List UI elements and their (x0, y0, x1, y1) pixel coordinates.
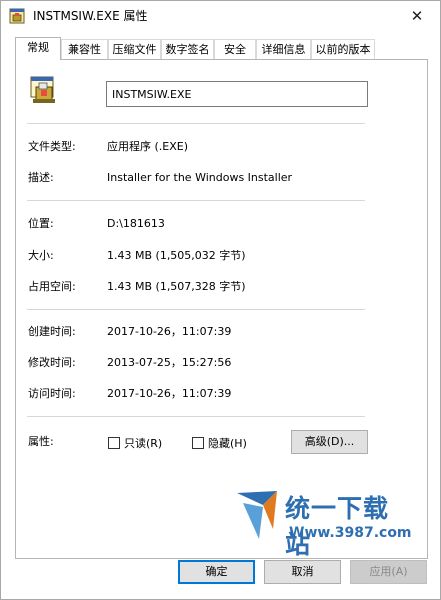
ok-button[interactable]: 确定 (178, 560, 255, 584)
tab-details[interactable]: 详细信息 (256, 39, 311, 59)
accessed-value: 2017-10-26，11:07:39 (107, 387, 232, 400)
close-button[interactable]: ✕ (394, 1, 440, 31)
readonly-checkbox[interactable]: 只读(R) (108, 436, 162, 450)
separator (27, 309, 365, 310)
tab-compatibility[interactable]: 兼容性 (61, 39, 108, 59)
description-label: 描述: (28, 171, 54, 184)
separator (27, 416, 365, 417)
hidden-label: 隐藏(H) (208, 437, 247, 450)
tab-compressed[interactable]: 压缩文件 (108, 39, 161, 59)
apply-button[interactable]: 应用(A) (350, 560, 427, 584)
checkbox-box[interactable] (108, 437, 120, 449)
cancel-button[interactable]: 取消 (264, 560, 341, 584)
advanced-button[interactable]: 高级(D)... (291, 430, 368, 454)
file-type-label: 文件类型: (28, 140, 76, 153)
attributes-label: 属性: (28, 435, 54, 448)
tab-previous-versions[interactable]: 以前的版本 (311, 39, 375, 59)
file-type-value: 应用程序 (.EXE) (107, 140, 189, 153)
window-title: INSTMSIW.EXE 属性 (33, 9, 148, 23)
close-icon: ✕ (410, 7, 424, 25)
title-bar: INSTMSIW.EXE 属性 ✕ (1, 1, 440, 31)
disk-size-value: 1.43 MB (1,507,328 字节) (107, 280, 246, 293)
location-value: D:\181613 (107, 217, 165, 230)
hidden-checkbox[interactable]: 隐藏(H) (192, 436, 247, 450)
created-label: 创建时间: (28, 325, 76, 338)
watermark-logo-icon (237, 491, 277, 539)
size-value: 1.43 MB (1,505,032 字节) (107, 249, 246, 262)
separator (27, 123, 365, 124)
modified-label: 修改时间: (28, 356, 76, 369)
file-name-field[interactable] (106, 81, 368, 107)
installer-icon (30, 76, 55, 103)
watermark: 统一下载站 Www.3987.com (233, 485, 413, 559)
readonly-label: 只读(R) (124, 437, 163, 450)
created-value: 2017-10-26，11:07:39 (107, 325, 232, 338)
tab-general[interactable]: 常规 (15, 37, 61, 60)
location-label: 位置: (28, 217, 54, 230)
properties-dialog: INSTMSIW.EXE 属性 ✕ 兼容性 压缩文件 数字签名 安全 详细信息 … (0, 0, 441, 600)
tab-strip: 兼容性 压缩文件 数字签名 安全 详细信息 以前的版本 常规 (15, 37, 429, 60)
modified-value: 2013-07-25，15:27:56 (107, 356, 232, 369)
installer-icon (9, 8, 25, 24)
size-label: 大小: (28, 249, 54, 262)
separator (27, 200, 365, 201)
description-value: Installer for the Windows Installer (107, 171, 293, 184)
watermark-url: Www.3987.com (289, 525, 412, 541)
disk-size-label: 占用空间: (28, 280, 76, 293)
tab-digital-signature[interactable]: 数字签名 (161, 39, 214, 59)
accessed-label: 访问时间: (28, 387, 76, 400)
checkbox-box[interactable] (192, 437, 204, 449)
tab-security[interactable]: 安全 (214, 39, 256, 59)
